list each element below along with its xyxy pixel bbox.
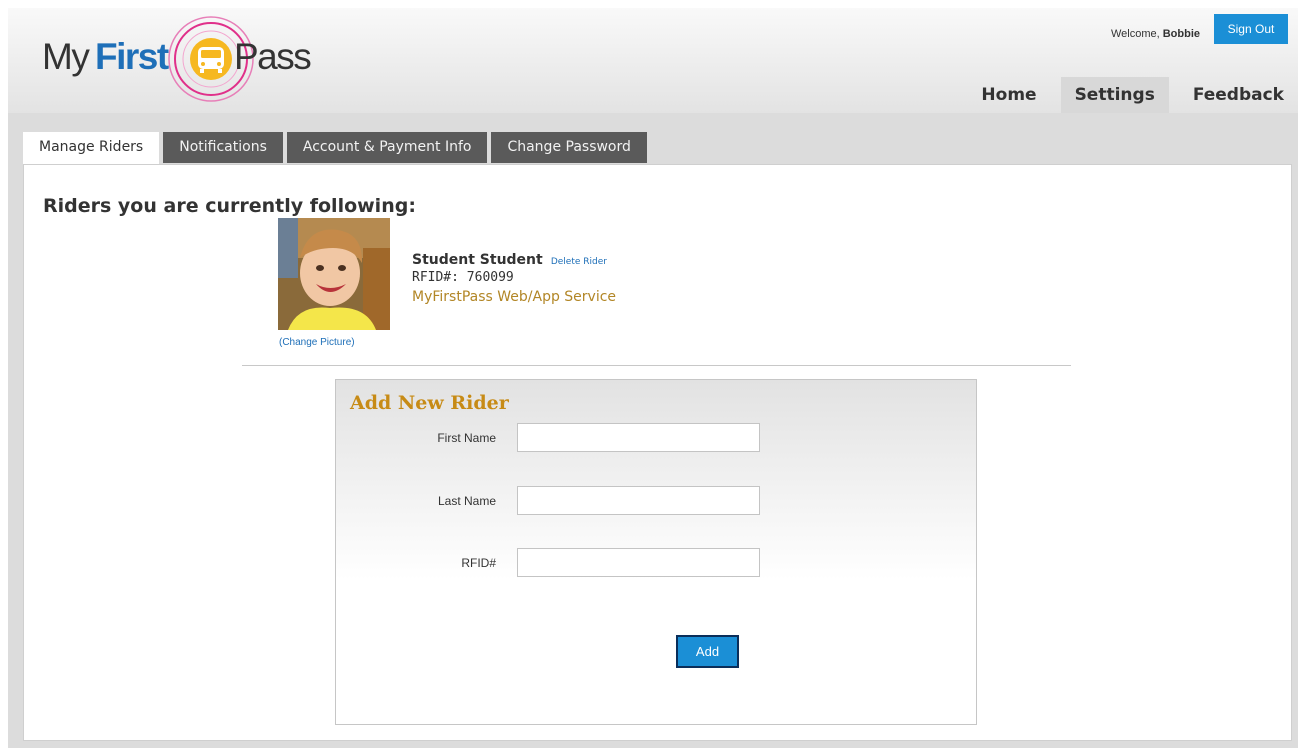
welcome-message: Welcome, Bobbie (1111, 28, 1200, 40)
tab-manage-riders[interactable]: Manage Riders (23, 132, 160, 164)
tab-notifications[interactable]: Notifications (163, 132, 283, 163)
logo-text-my: My (42, 36, 90, 77)
manage-riders-panel: Riders you are currently following: (Cha… (23, 164, 1292, 741)
settings-tabs: Manage Riders Notifications Account & Pa… (23, 132, 651, 164)
add-rider-button[interactable]: Add (676, 635, 739, 668)
rfid-label: RFID# (461, 556, 496, 570)
rider-photo (278, 218, 390, 330)
last-name-field[interactable] (517, 486, 760, 515)
delete-rider-link[interactable]: Delete Rider (551, 257, 607, 267)
last-name-label: Last Name (437, 494, 496, 508)
nav-settings[interactable]: Settings (1060, 77, 1169, 113)
nav-feedback[interactable]: Feedback (1179, 77, 1298, 113)
app-frame: My First Pass Welcome, Bobbie Sign Out H (8, 8, 1298, 748)
nav-home[interactable]: Home (967, 77, 1050, 113)
rfid-field[interactable] (517, 548, 760, 577)
change-picture-link[interactable]: (Change Picture) (279, 337, 355, 348)
tab-account-payment[interactable]: Account & Payment Info (286, 132, 488, 163)
add-rider-title: Add New Rider (350, 392, 509, 414)
myfirstpass-logo[interactable]: My First Pass (38, 14, 328, 104)
add-rider-form: Add New Rider First Name Last Name RFID#… (335, 379, 977, 725)
rider-info: Student Student Delete Rider RFID#: 7600… (412, 249, 616, 305)
first-name-field[interactable] (517, 423, 760, 452)
top-nav: Home Settings Feedback (957, 77, 1298, 113)
user-name: Bobbie (1162, 28, 1200, 40)
section-title: Riders you are currently following: (43, 195, 416, 217)
divider (242, 365, 1071, 366)
rider-service: MyFirstPass Web/App Service (412, 289, 617, 305)
first-name-label: First Name (437, 431, 496, 445)
sign-out-button[interactable]: Sign Out (1214, 14, 1288, 44)
logo-text-pass: Pass (234, 36, 312, 77)
rider-rfid: RFID#: 760099 (412, 270, 514, 285)
header: My First Pass Welcome, Bobbie Sign Out H (8, 8, 1298, 113)
tab-change-password[interactable]: Change Password (491, 132, 647, 163)
rider-name: Student Student (412, 252, 543, 268)
logo-text-first: First (95, 36, 169, 77)
welcome-prefix: Welcome, (1110, 28, 1160, 40)
